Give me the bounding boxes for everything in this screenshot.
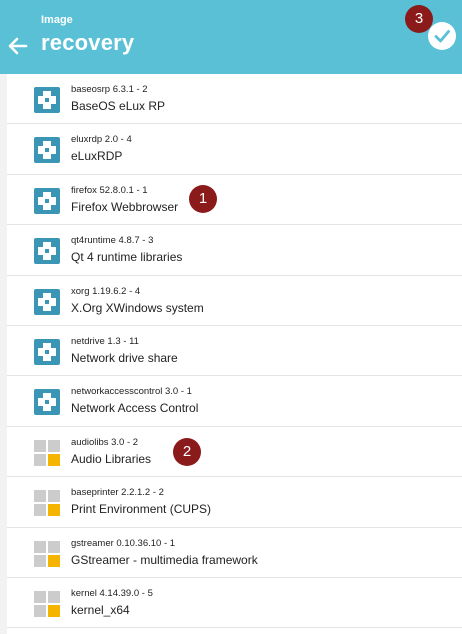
package-installed-icon (34, 87, 60, 113)
package-id-version: qt4runtime 4.8.7 - 3 (71, 235, 154, 247)
package-name: kernel_x64 (71, 602, 130, 617)
check-icon (434, 30, 450, 43)
list-item[interactable]: firefox 52.8.0.1 - 1 Firefox Webbrowser (7, 175, 462, 226)
package-name: BaseOS eLux RP (71, 99, 166, 113)
package-installed-icon (34, 238, 60, 265)
package-installed-icon (34, 187, 60, 214)
header-eyebrow: Image (41, 14, 73, 26)
package-installed-icon (34, 389, 60, 416)
list-item[interactable]: gstreamer 0.10.36.10 - 1 GStreamer - mult… (7, 528, 462, 578)
package-available-icon (34, 490, 60, 517)
package-installed-icon (34, 288, 60, 315)
package-id-version: gstreamer 0.10.36.10 - 1 (71, 537, 176, 549)
package-list: baseosrp 6.3.1 - 2 BaseOS eLux RP eluxrdp … (7, 74, 462, 634)
package-installed-icon (34, 338, 60, 365)
package-name: X.Org XWindows system (71, 300, 204, 315)
page-title: recovery (41, 30, 135, 55)
callout-badge-1: 1 (189, 185, 217, 213)
package-id-version: baseosrp 6.3.1 - 2 (71, 84, 148, 95)
callout-badge-2: 2 (173, 438, 201, 466)
package-name: Network drive share (71, 350, 178, 365)
callout-badge-3: 3 (405, 5, 433, 33)
package-installed-icon (34, 137, 60, 164)
list-item[interactable]: baseosrp 6.3.1 - 2 BaseOS eLux RP (7, 74, 462, 125)
package-name: Firefox Webbrowser (71, 199, 179, 214)
list-item[interactable]: eluxrdp 2.0 - 4 eLuxRDP (7, 124, 462, 175)
list-item[interactable]: xorg 1.19.6.2 - 4 X.Org XWindows system (7, 276, 462, 326)
package-available-icon (34, 540, 60, 567)
list-item[interactable]: networkaccesscontrol 3.0 - 1 Network Acce… (7, 376, 462, 427)
package-id-version: eluxrdp 2.0 - 4 (71, 134, 132, 146)
package-id-version: xorg 1.19.6.2 - 4 (71, 285, 141, 297)
list-item[interactable]: qt4runtime 4.8.7 - 3 Qt 4 runtime librari… (7, 225, 462, 276)
package-name: Qt 4 runtime libraries (71, 250, 183, 265)
package-id-version: audiolibs 3.0 - 2 (71, 436, 139, 448)
package-id-version: firefox 52.8.0.1 - 1 (71, 184, 148, 196)
package-id-version: baseprinter 2.2.1.2 - 2 (71, 487, 164, 499)
list-item[interactable]: audiolibs 3.0 - 2 Audio Libraries (7, 427, 462, 478)
app-header: Image recovery (0, 0, 462, 74)
package-id-version: kernel 4.14.39.0 - 5 (71, 587, 153, 599)
confirm-button[interactable] (428, 22, 456, 50)
package-available-icon (34, 590, 60, 617)
package-id-version: networkaccesscontrol 3.0 - 1 (71, 386, 192, 398)
list-item[interactable]: kernel 4.14.39.0 - 5 kernel_x64 (7, 578, 462, 629)
package-available-icon (34, 439, 60, 466)
package-name: GStreamer - multimedia framework (71, 552, 258, 567)
package-name: Network Access Control (71, 401, 199, 416)
package-name: Audio Libraries (71, 451, 152, 466)
arrow-left-icon[interactable] (8, 36, 28, 56)
list-item[interactable]: baseprinter 2.2.1.2 - 2 Print Environment… (7, 477, 462, 528)
package-name: Print Environment (CUPS) (71, 502, 212, 517)
package-id-version: netdrive 1.3 - 11 (71, 335, 139, 347)
list-item[interactable]: netdrive 1.3 - 11 Network drive share (7, 326, 462, 377)
package-name: eLuxRDP (71, 149, 123, 164)
